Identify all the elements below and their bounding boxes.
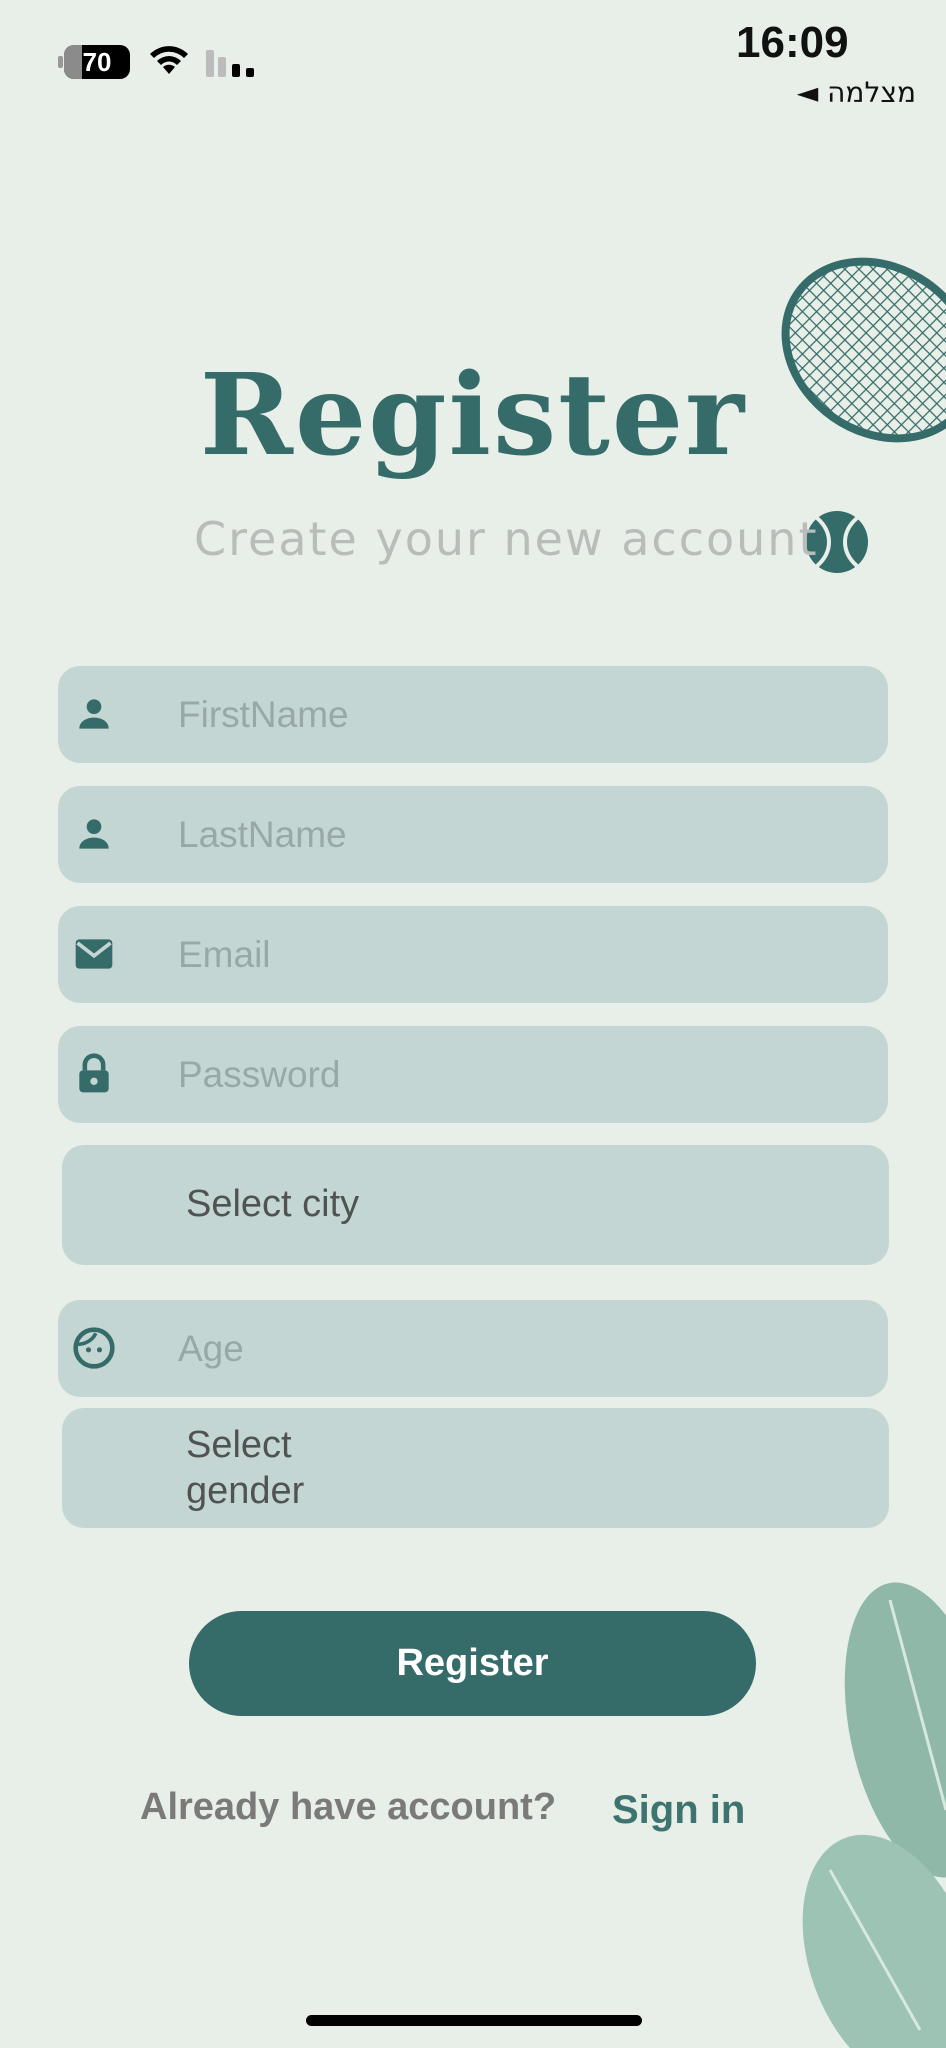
city-select-value: Select city — [186, 1183, 360, 1225]
first-name-field[interactable] — [58, 666, 888, 763]
last-name-input[interactable] — [178, 786, 858, 883]
register-button[interactable]: Register — [189, 1611, 756, 1716]
page-title: Register — [199, 350, 747, 481]
page-subtitle: Create your new account — [194, 512, 819, 566]
already-have-account-text: Already have account? — [140, 1786, 557, 1828]
back-to-app-link[interactable]: מצלמה ◄ — [797, 76, 916, 109]
battery-level: 70 — [82, 47, 112, 77]
battery-icon: 70 — [58, 45, 130, 79]
gender-select-value-line1: Select — [186, 1424, 292, 1466]
lock-icon — [79, 1053, 109, 1093]
leaves-decoration — [802, 1582, 946, 2048]
gender-select[interactable]: Select gender — [62, 1408, 889, 1528]
password-field[interactable] — [58, 1026, 888, 1123]
sign-in-link[interactable]: Sign in — [612, 1788, 745, 1833]
email-input[interactable] — [178, 906, 858, 1003]
city-select[interactable]: Select city — [62, 1145, 889, 1265]
home-indicator[interactable] — [306, 2015, 642, 2026]
mail-icon — [75, 939, 113, 969]
wifi-icon — [150, 46, 188, 74]
age-field[interactable] — [58, 1300, 888, 1397]
first-name-input[interactable] — [178, 666, 858, 763]
last-name-field[interactable] — [58, 786, 888, 883]
person-icon — [79, 699, 109, 729]
email-field[interactable] — [58, 906, 888, 1003]
status-time: 16:09 — [736, 18, 849, 67]
face-icon — [73, 1327, 115, 1369]
person-icon — [79, 819, 109, 849]
password-input[interactable] — [178, 1026, 858, 1123]
cellular-signal-icon — [206, 50, 254, 77]
age-input[interactable] — [178, 1300, 858, 1397]
gender-select-value-line2: gender — [186, 1470, 305, 1512]
